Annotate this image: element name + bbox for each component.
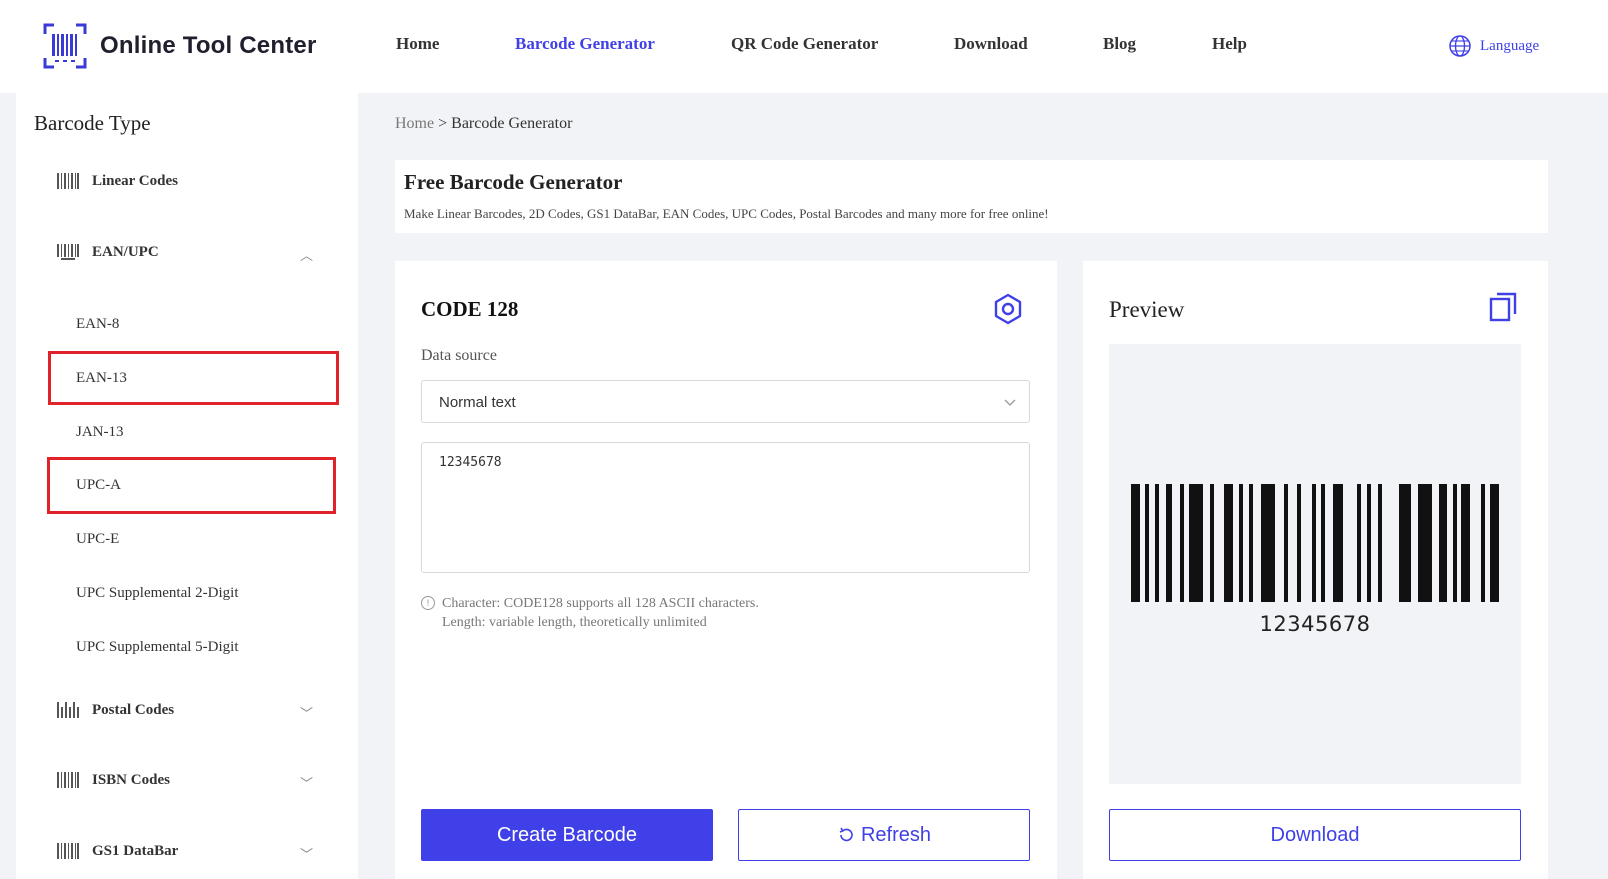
- sidebar-category-isbn-codes[interactable]: ISBN Codes: [56, 771, 170, 789]
- barcode-bar: [1461, 484, 1470, 602]
- nav-barcode-generator[interactable]: Barcode Generator: [515, 34, 655, 54]
- barcode-human-readable: 12345678: [1259, 612, 1371, 636]
- barcode-bar: [1131, 484, 1140, 602]
- chevron-down-icon[interactable]: ﹀: [300, 773, 313, 792]
- chevron-down-icon: [1004, 399, 1016, 406]
- barcode-bar: [1145, 484, 1149, 602]
- language-label: Language: [1480, 37, 1540, 54]
- refresh-button[interactable]: Refresh: [738, 809, 1030, 861]
- sidebar-title: Barcode Type: [34, 111, 151, 135]
- sidebar-item-upc-supplemental-5[interactable]: UPC Supplemental 5-Digit: [76, 639, 239, 656]
- data-source-label: Data source: [421, 347, 497, 364]
- sidebar-category-label: Postal Codes: [92, 701, 175, 718]
- sidebar-category-label: EAN/UPC: [92, 243, 159, 260]
- create-barcode-button[interactable]: Create Barcode: [421, 809, 713, 861]
- hint-length: Length: variable length, theoretically u…: [442, 615, 707, 630]
- sidebar-category-linear-codes[interactable]: Linear Codes: [56, 172, 178, 190]
- code-type-title: CODE 128: [421, 297, 519, 321]
- sidebar-category-label: ISBN Codes: [92, 771, 170, 788]
- sidebar-item-jan-13[interactable]: JAN-13: [76, 424, 124, 441]
- download-button[interactable]: Download: [1109, 809, 1521, 861]
- nav-help[interactable]: Help: [1212, 34, 1247, 54]
- barcode-bar: [1378, 484, 1382, 602]
- barcode-bar: [1481, 484, 1485, 602]
- page-subtitle: Make Linear Barcodes, 2D Codes, GS1 Data…: [404, 206, 1049, 221]
- barcode-icon: [57, 173, 79, 189]
- barcode-bar: [1239, 484, 1243, 602]
- copy-icon[interactable]: [1488, 291, 1518, 323]
- data-source-value: Normal text: [439, 394, 516, 411]
- sidebar-category-postal-codes[interactable]: Postal Codes: [56, 701, 174, 719]
- nav-blog[interactable]: Blog: [1103, 34, 1136, 54]
- sidebar-category-label: GS1 DataBar: [92, 842, 179, 859]
- refresh-icon: [839, 827, 853, 842]
- barcode-bar: [1321, 484, 1325, 602]
- postal-barcode-icon: [57, 702, 79, 718]
- barcode-bar: [1399, 484, 1411, 602]
- top-header: Online Tool Center Home Barcode Generato…: [0, 0, 1608, 93]
- barcode-bar: [1333, 484, 1343, 602]
- generator-panel: CODE 128 Data source Normal text 1234567…: [395, 261, 1057, 879]
- nav-home[interactable]: Home: [396, 34, 439, 54]
- sidebar-item-ean-13[interactable]: EAN-13: [76, 370, 127, 387]
- globe-icon: [1449, 35, 1471, 57]
- barcode-bar: [1312, 484, 1316, 602]
- breadcrumb-home[interactable]: Home: [395, 115, 434, 132]
- language-selector[interactable]: Language: [1448, 34, 1539, 58]
- barcode-bar: [1418, 484, 1432, 602]
- info-icon: !: [421, 596, 435, 610]
- sidebar-item-upc-e[interactable]: UPC-E: [76, 531, 119, 548]
- preview-panel: Preview 12345678 Download: [1083, 261, 1548, 879]
- nav-qr-code-generator[interactable]: QR Code Generator: [731, 34, 878, 54]
- sidebar-category-gs1-databar[interactable]: GS1 DataBar: [56, 842, 178, 860]
- barcode-preview-area: 12345678: [1109, 344, 1521, 784]
- input-hint: ! Character: CODE128 supports all 128 ASC…: [421, 594, 759, 632]
- barcode-icon: [57, 772, 79, 788]
- barcode-bar: [1166, 484, 1172, 602]
- barcode-logo-icon: [43, 23, 87, 69]
- barcode-image: [1131, 484, 1499, 602]
- sidebar-item-upc-supplemental-2[interactable]: UPC Supplemental 2-Digit: [76, 585, 239, 602]
- preview-title: Preview: [1109, 297, 1185, 322]
- barcode-bar: [1210, 484, 1214, 602]
- sidebar-category-label: Linear Codes: [92, 172, 178, 189]
- barcode-bar: [1453, 484, 1457, 602]
- barcode-bar: [1224, 484, 1233, 602]
- breadcrumb-separator: >: [438, 115, 448, 132]
- chevron-up-icon[interactable]: ︿: [300, 245, 313, 264]
- barcode-bar: [1490, 484, 1499, 602]
- sidebar-item-ean-8[interactable]: EAN-8: [76, 316, 119, 333]
- breadcrumb: Home > Barcode Generator: [395, 115, 572, 133]
- barcode-data-input[interactable]: 12345678: [421, 442, 1030, 573]
- chevron-down-icon[interactable]: ﹀: [300, 703, 313, 722]
- barcode-bar: [1249, 484, 1253, 602]
- barcode-bar: [1261, 484, 1275, 602]
- sidebar-item-upc-a[interactable]: UPC-A: [76, 477, 121, 494]
- data-source-select[interactable]: Normal text: [421, 380, 1030, 423]
- barcode-bar: [1297, 484, 1301, 602]
- barcode-type-sidebar: Barcode Type Linear Codes EAN/UPC ︿ EAN-…: [16, 93, 358, 879]
- breadcrumb-current: Barcode Generator: [451, 115, 573, 132]
- page-title: Free Barcode Generator: [404, 170, 623, 194]
- intro-card: Free Barcode Generator Make Linear Barco…: [395, 160, 1548, 233]
- barcode-icon: [57, 843, 79, 859]
- logo-text: Online Tool Center: [100, 32, 317, 59]
- barcode-icon: [57, 244, 79, 260]
- barcode-bar: [1180, 484, 1184, 602]
- chevron-down-icon[interactable]: ﹀: [300, 844, 313, 863]
- nav-download[interactable]: Download: [954, 34, 1028, 54]
- site-logo[interactable]: Online Tool Center: [42, 22, 317, 70]
- settings-icon[interactable]: [992, 293, 1024, 325]
- barcode-bar: [1439, 484, 1447, 602]
- barcode-bar: [1189, 484, 1203, 602]
- barcode-bar: [1367, 484, 1371, 602]
- barcode-bar: [1155, 484, 1159, 602]
- refresh-label: Refresh: [860, 823, 932, 846]
- barcode-bar: [1284, 484, 1288, 602]
- hint-character: Character: CODE128 supports all 128 ASCI…: [442, 596, 759, 611]
- barcode-bar: [1357, 484, 1361, 602]
- sidebar-category-ean-upc[interactable]: EAN/UPC: [56, 243, 159, 261]
